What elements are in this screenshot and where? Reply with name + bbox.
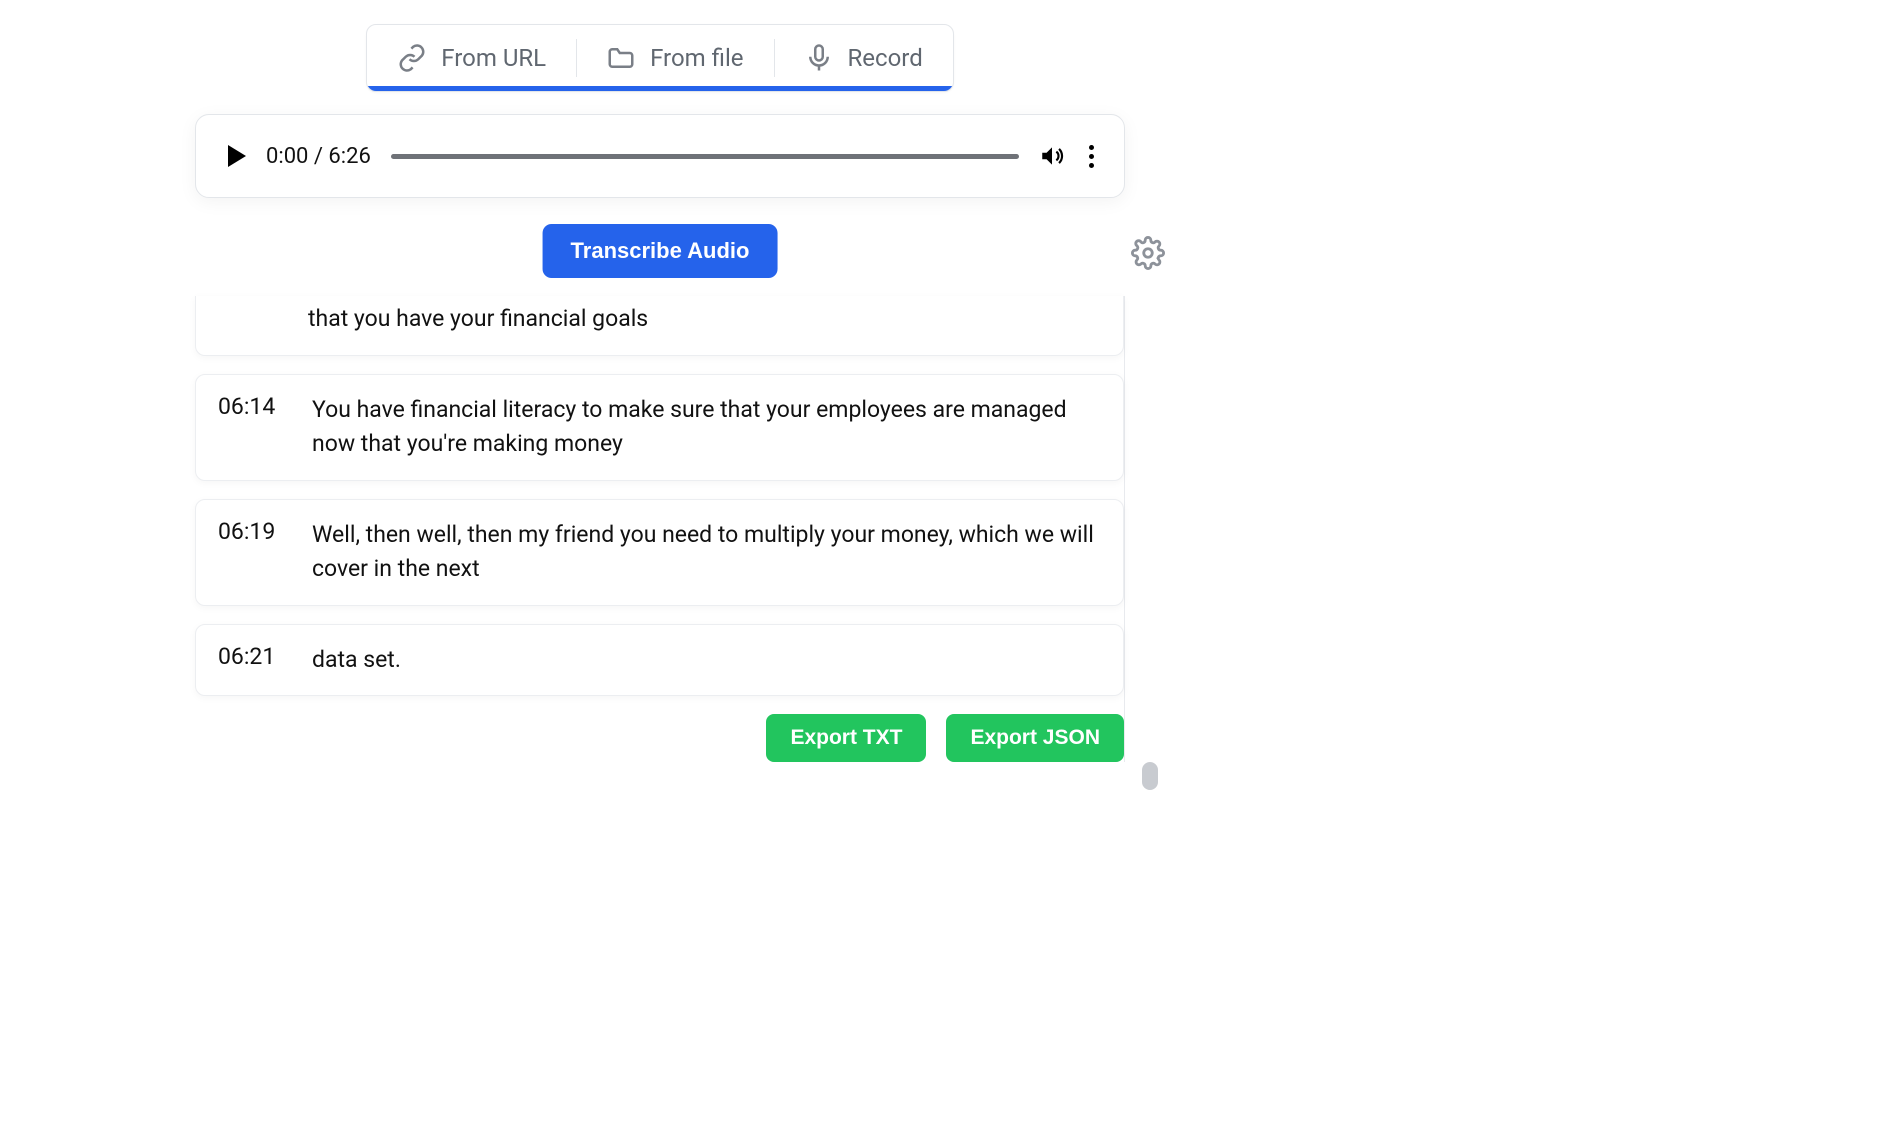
export-json-button[interactable]: Export JSON [946, 714, 1124, 762]
microphone-icon [804, 43, 834, 73]
segment-text: Well, then well, then my friend you need… [312, 518, 1101, 587]
transcript-segment[interactable]: 06:14 You have financial literacy to mak… [195, 374, 1124, 481]
segment-text: data set. [312, 643, 1101, 678]
tab-from-file[interactable]: From file [576, 25, 773, 91]
transcript-list: that you have your financial goals 06:14… [195, 296, 1125, 762]
action-row: Transcribe Audio [195, 224, 1125, 282]
folder-icon [606, 43, 636, 73]
gear-icon [1131, 236, 1165, 270]
transcript-segment[interactable]: that you have your financial goals [195, 296, 1124, 356]
transcript-segment[interactable]: 06:19 Well, then well, then my friend yo… [195, 499, 1124, 606]
transcribe-button[interactable]: Transcribe Audio [543, 224, 778, 278]
source-tabs: From URL From file Record [195, 24, 1125, 92]
scrollbar-thumb[interactable] [1142, 762, 1158, 790]
player-more-button[interactable] [1085, 141, 1098, 172]
segment-timestamp: 06:14 [218, 393, 284, 462]
transcript-segment[interactable]: 06:21 data set. [195, 624, 1124, 697]
export-row: Export TXT Export JSON [195, 714, 1124, 762]
volume-icon [1039, 143, 1065, 169]
segment-text: that you have your financial goals [308, 302, 1101, 337]
tab-from-url-label: From URL [441, 44, 546, 72]
segment-timestamp: 06:19 [218, 518, 284, 587]
tab-from-url[interactable]: From URL [367, 25, 576, 91]
playback-time: 0:00 / 6:26 [266, 144, 371, 169]
app-container: From URL From file Record 0:00 / 6:26 Tr… [195, 24, 1125, 762]
segment-text: You have financial literacy to make sure… [312, 393, 1101, 462]
audio-player: 0:00 / 6:26 [195, 114, 1125, 198]
tab-active-indicator [367, 86, 952, 91]
export-txt-button[interactable]: Export TXT [766, 714, 926, 762]
tab-record-label: Record [848, 44, 923, 72]
source-tab-group: From URL From file Record [366, 24, 953, 92]
segment-timestamp: 06:21 [218, 643, 284, 678]
settings-button[interactable] [1131, 236, 1165, 274]
tab-from-file-label: From file [650, 44, 743, 72]
seek-track[interactable] [391, 154, 1019, 159]
link-icon [397, 43, 427, 73]
tab-record[interactable]: Record [774, 25, 953, 91]
volume-button[interactable] [1039, 143, 1065, 169]
play-button[interactable] [228, 145, 246, 167]
